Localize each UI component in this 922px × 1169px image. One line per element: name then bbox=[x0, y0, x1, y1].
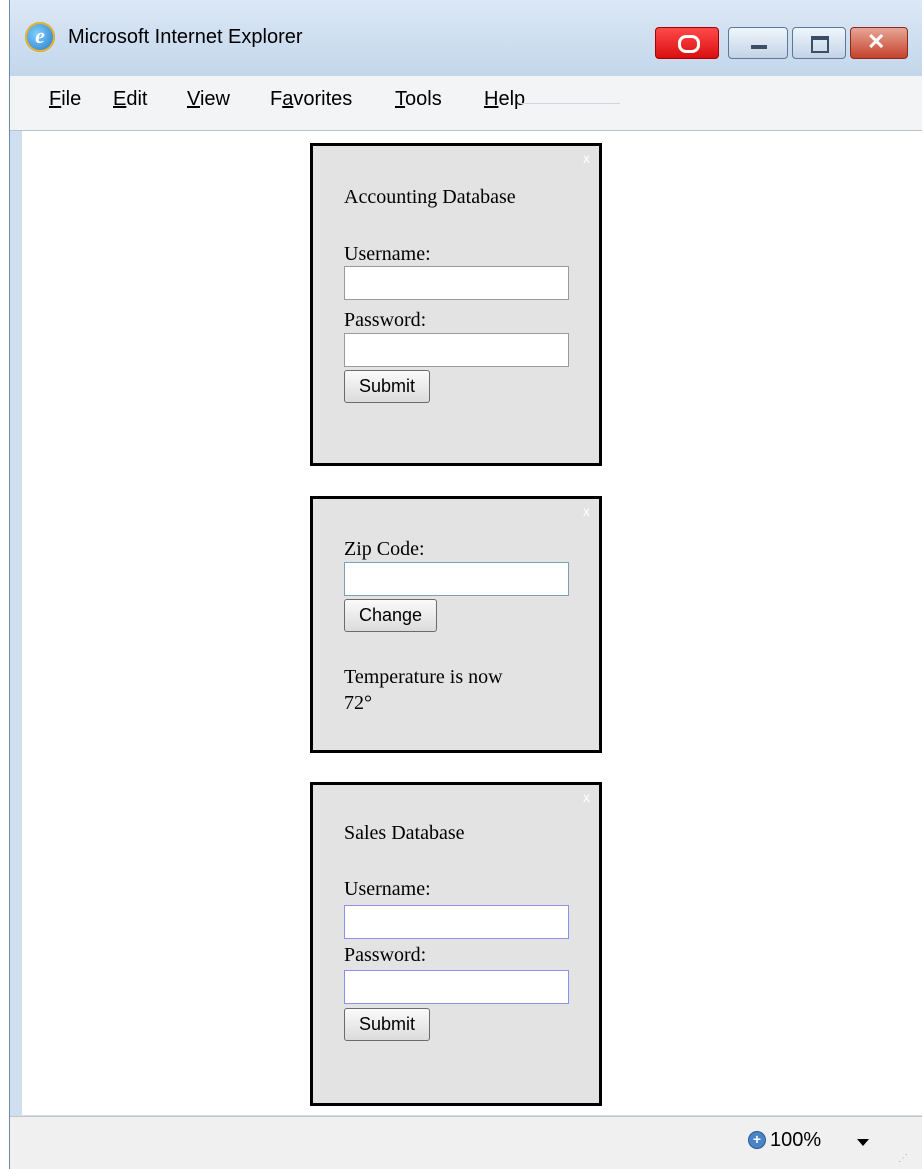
menu-favorites-label: vorites bbox=[293, 88, 353, 110]
sales-password-input[interactable] bbox=[344, 970, 569, 1004]
menu-file-label: ile bbox=[61, 88, 82, 110]
sales-title: Sales Database bbox=[344, 822, 465, 844]
weather-widget: x Zip Code: Change Temperature is now 72… bbox=[310, 496, 602, 753]
menu-tools-access-key: T bbox=[395, 88, 405, 110]
menu-edit-label: dit bbox=[126, 88, 148, 110]
zoom-dropdown-chevron-icon[interactable] bbox=[857, 1139, 869, 1146]
accounting-username-input[interactable] bbox=[344, 266, 569, 300]
zip-code-label: Zip Code: bbox=[344, 538, 425, 560]
accounting-password-input[interactable] bbox=[344, 333, 569, 367]
ie-logo-icon: e bbox=[25, 22, 55, 52]
maximize-button[interactable] bbox=[792, 27, 846, 59]
menu-view-access-key: V bbox=[187, 88, 200, 110]
menu-favorites-prefix: F bbox=[270, 88, 283, 110]
menu-favorites[interactable]: Favorites bbox=[268, 86, 354, 113]
menu-help-label: elp bbox=[498, 88, 526, 110]
accounting-login-widget: x Accounting Database Username: Password… bbox=[310, 143, 602, 466]
sales-login-widget: x Sales Database Username: Password: Sub… bbox=[310, 782, 602, 1106]
zoom-level[interactable]: 100% bbox=[770, 1129, 821, 1152]
change-button[interactable]: Change bbox=[344, 599, 438, 632]
close-button[interactable]: ✕ bbox=[850, 27, 908, 59]
accounting-close-icon[interactable]: x bbox=[583, 150, 590, 166]
page-content: x Accounting Database Username: Password… bbox=[22, 131, 922, 1115]
menu-tools-label: ools bbox=[405, 88, 442, 110]
accounting-title: Accounting Database bbox=[344, 186, 516, 208]
menu-file[interactable]: File bbox=[47, 86, 83, 113]
temperature-value: 72° bbox=[344, 692, 372, 714]
resize-grip-icon[interactable]: ⋰ bbox=[898, 1153, 909, 1164]
minimize-icon bbox=[751, 45, 767, 49]
close-icon: ✕ bbox=[867, 29, 886, 54]
menu-file-access-key: F bbox=[49, 88, 62, 110]
sales-username-label: Username: bbox=[344, 878, 431, 900]
browser-window: e Microsoft Internet Explorer ✕ File Edi… bbox=[9, 0, 922, 1169]
zoom-in-icon[interactable]: + bbox=[748, 1131, 766, 1149]
weather-close-icon[interactable]: x bbox=[583, 503, 590, 519]
maximize-icon bbox=[811, 36, 829, 53]
record-icon bbox=[678, 35, 700, 53]
window-title: Microsoft Internet Explorer bbox=[68, 26, 303, 48]
record-button[interactable] bbox=[655, 27, 719, 59]
sales-submit-button[interactable]: Submit bbox=[344, 1008, 431, 1041]
minimize-button[interactable] bbox=[728, 27, 788, 59]
title-bar[interactable]: e Microsoft Internet Explorer ✕ bbox=[10, 0, 922, 76]
menu-view-label: iew bbox=[199, 88, 230, 110]
menu-edit[interactable]: Edit bbox=[111, 86, 149, 113]
menu-tools[interactable]: Tools bbox=[393, 86, 444, 113]
menu-help[interactable]: Help bbox=[482, 86, 527, 113]
temperature-text-line1: Temperature is now bbox=[344, 666, 503, 688]
sales-close-icon[interactable]: x bbox=[583, 789, 590, 805]
menu-favorites-access-key: a bbox=[282, 88, 294, 110]
zip-code-input[interactable] bbox=[344, 562, 569, 596]
sales-username-input[interactable] bbox=[344, 905, 569, 939]
accounting-username-label: Username: bbox=[344, 243, 431, 265]
menu-separator bbox=[520, 103, 620, 104]
menu-bar: File Edit View Favorites Tools Help bbox=[10, 76, 922, 131]
menu-help-access-key: H bbox=[484, 88, 499, 110]
accounting-password-label: Password: bbox=[344, 309, 427, 331]
accounting-submit-button[interactable]: Submit bbox=[344, 370, 431, 403]
status-bar: + 100% ⋰ bbox=[10, 1116, 922, 1169]
sales-password-label: Password: bbox=[344, 944, 427, 966]
menu-view[interactable]: View bbox=[185, 86, 232, 113]
menu-edit-access-key: E bbox=[113, 88, 127, 110]
